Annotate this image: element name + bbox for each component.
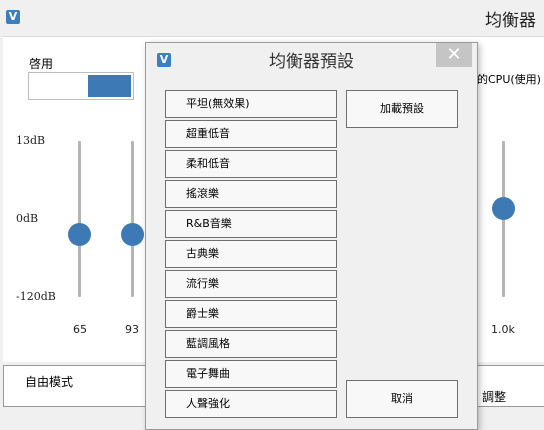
close-icon[interactable]: ✕ — [436, 43, 472, 67]
preset-item[interactable]: R&B音樂 — [165, 210, 337, 238]
preset-item[interactable]: 人聲強化 — [165, 390, 337, 418]
preset-item[interactable]: 搖滾樂 — [165, 180, 337, 208]
slider-track-65[interactable] — [78, 141, 81, 297]
mode-label: 自由模式 — [25, 375, 74, 389]
freq-label-93: 93 — [125, 323, 139, 336]
preset-item[interactable]: 柔和低音 — [165, 150, 337, 178]
dialog-title: 均衡器預設 — [269, 52, 354, 72]
freq-label-1k: 1.0k — [491, 323, 515, 336]
preset-item[interactable]: 藍調風格 — [165, 330, 337, 358]
preset-item[interactable]: 電子舞曲 — [165, 360, 337, 388]
cancel-button[interactable]: 取消 — [346, 380, 458, 418]
enable-label: 啓用 — [29, 57, 54, 71]
preset-item[interactable]: 古典樂 — [165, 240, 337, 268]
adjust-button[interactable]: 調整 — [473, 365, 544, 407]
app-logo-icon — [6, 10, 20, 24]
preset-item[interactable]: 流行樂 — [165, 270, 337, 298]
cpu-usage-label: 的CPU(使用) — [477, 73, 541, 86]
preset-item[interactable]: 超重低音 — [165, 120, 337, 148]
slider-knob-93[interactable] — [121, 223, 144, 246]
preset-dialog: 均衡器預設 ✕ 平坦(無效果) 超重低音 柔和低音 搖滾樂 R&B音樂 古典樂 … — [145, 42, 478, 430]
slider-knob-1k[interactable] — [492, 197, 515, 220]
load-preset-button[interactable]: 加載預設 — [346, 90, 458, 128]
preset-item[interactable]: 平坦(無效果) — [165, 90, 337, 118]
window-title: 均衡器 — [485, 11, 536, 31]
slider-track-93[interactable] — [131, 141, 134, 297]
preset-item[interactable]: 爵士樂 — [165, 300, 337, 328]
db-max-label: 13dB — [16, 134, 46, 147]
slider-knob-65[interactable] — [68, 223, 91, 246]
adjust-label: 調整 — [482, 390, 507, 404]
db-zero-label: 0dB — [16, 212, 39, 225]
toggle-thumb — [88, 75, 131, 97]
enable-toggle[interactable] — [28, 72, 134, 100]
mode-selector[interactable]: 自由模式 — [3, 365, 153, 407]
db-min-label: -120dB — [16, 290, 56, 303]
freq-label-65: 65 — [73, 323, 87, 336]
